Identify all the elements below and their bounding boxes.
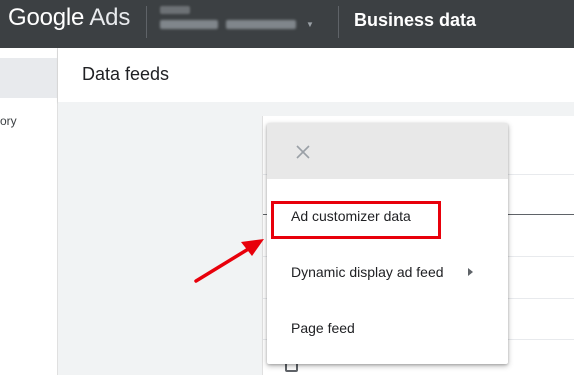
menu-item-dynamic-display-ad-feed[interactable]: Dynamic display ad feed — [267, 251, 508, 295]
account-id-redacted — [160, 6, 190, 14]
account-dropdown-icon[interactable]: ▼ — [306, 20, 314, 29]
header-divider — [146, 6, 147, 38]
new-feed-menu: Ad customizer data Dynamic display ad fe… — [267, 123, 508, 364]
account-selector[interactable]: ▼ — [160, 6, 314, 29]
header-divider-2 — [338, 6, 339, 38]
highlight-annotation-box — [271, 201, 441, 239]
logo-google-text: Google — [8, 4, 85, 31]
submenu-arrow-icon — [468, 268, 473, 276]
leftnav-selected-item[interactable] — [0, 58, 57, 98]
menu-item-label: Page feed — [291, 320, 355, 336]
account-name-redacted — [160, 20, 218, 29]
leftnav-item-partial[interactable]: ory — [0, 114, 17, 128]
menu-item-label: Dynamic display ad feed — [291, 264, 444, 280]
google-ads-logo[interactable]: Google Ads — [8, 4, 130, 32]
account-number-redacted — [226, 20, 296, 29]
page-title: Data feeds — [82, 64, 170, 84]
close-icon[interactable] — [294, 143, 312, 161]
left-navigation: ory — [0, 48, 58, 375]
menu-header — [267, 123, 508, 179]
menu-item-page-feed[interactable]: Page feed — [267, 307, 508, 351]
top-app-bar: Google Ads ▼ Business data — [0, 0, 574, 48]
page-header: Data feeds — [58, 48, 574, 102]
page-section-title: Business data — [354, 10, 477, 30]
logo-ads-text: Ads — [89, 4, 131, 31]
